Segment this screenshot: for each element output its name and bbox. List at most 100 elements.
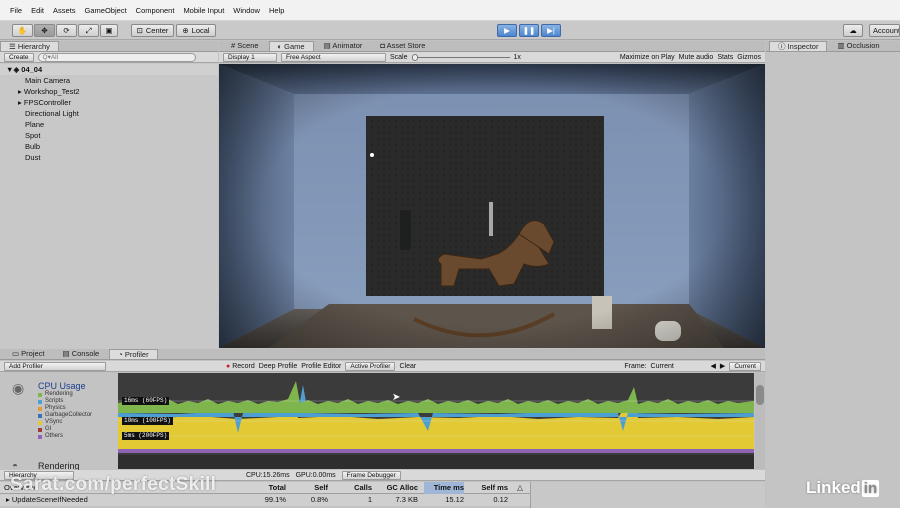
timeline-pane [530, 482, 765, 508]
col-self-ms[interactable]: Self ms [470, 482, 508, 494]
aspect-dropdown[interactable]: Free Aspect [281, 52, 386, 62]
next-frame-button[interactable]: ▶ [720, 362, 725, 370]
hand-tool-button[interactable]: ✋ [12, 24, 33, 37]
hierarchy-item[interactable]: Dust [0, 152, 218, 163]
scrollbar-thumb[interactable] [756, 385, 764, 405]
profiler-scrollbar[interactable] [755, 373, 765, 469]
row-self: 0.8% [310, 495, 328, 504]
graph-line-label: 16ms (60FPS) [122, 397, 170, 405]
cpu-usage-graph[interactable]: 16ms (60FPS) 10ms (100FPS) 5ms (200FPS) … [118, 373, 754, 469]
row-name-label: UpdateSceneIfNeeded [11, 495, 88, 504]
tab-console[interactable]: ▤ Console [55, 349, 108, 359]
folder-icon: ▭ [12, 349, 22, 358]
menu-edit[interactable]: Edit [31, 6, 44, 15]
record-button[interactable]: ● Record [226, 363, 255, 370]
tab-asset-store[interactable]: ◘ Asset Store [372, 41, 433, 51]
menu-help[interactable]: Help [269, 6, 284, 15]
tab-game[interactable]: ◐ Game [268, 41, 314, 51]
console-icon: ▤ [62, 349, 72, 358]
scene-root[interactable]: ▼◈ 04_04 [0, 64, 218, 75]
center-label: Center [145, 26, 169, 35]
scale-slider[interactable] [411, 53, 510, 62]
legend-gc[interactable]: GarbageCollector [38, 412, 92, 419]
account-label: Account [873, 26, 900, 35]
search-input[interactable]: Q▾All [37, 52, 196, 62]
menu-component[interactable]: Component [136, 6, 175, 15]
col-gc-alloc[interactable]: GC Alloc [378, 482, 418, 494]
tab-scene[interactable]: # Scene [223, 41, 267, 51]
console-tab-label: Console [71, 349, 100, 358]
info-icon: ⓘ [778, 42, 788, 51]
brand-text-linked: Linked [806, 478, 861, 497]
frame-debugger-button[interactable]: Frame Debugger [341, 470, 401, 480]
menu-assets[interactable]: Assets [53, 6, 76, 15]
col-calls[interactable]: Calls [340, 482, 372, 494]
legend-scripts[interactable]: Scripts [38, 398, 63, 405]
hierarchy-item[interactable]: ▸ FPSController [0, 97, 218, 108]
maximize-on-play-toggle[interactable]: Maximize on Play [620, 54, 675, 61]
profile-editor-button[interactable]: Profile Editor [301, 363, 341, 370]
hierarchy-item[interactable]: Main Camera [0, 75, 218, 86]
linkedin-logo: Linked in [806, 478, 880, 498]
mute-audio-toggle[interactable]: Mute audio [679, 54, 714, 61]
play-button[interactable]: ▶ [497, 24, 517, 37]
gizmos-dropdown[interactable]: Gizmos [737, 54, 765, 61]
pivot-center-button[interactable]: ⊡ Center [131, 24, 174, 37]
prev-frame-button[interactable]: ◀ [711, 362, 716, 370]
menu-window[interactable]: Window [233, 6, 260, 15]
hierarchy-item[interactable]: Directional Light [0, 108, 218, 119]
col-total[interactable]: Total [250, 482, 286, 494]
pause-button[interactable]: ❚❚ [519, 24, 539, 37]
legend-swatch [38, 427, 42, 432]
stats-toggle[interactable]: Stats [717, 54, 733, 61]
display-dropdown[interactable]: Display 1 [223, 52, 277, 62]
scale-tool-button[interactable]: ⤢ [78, 24, 99, 37]
current-frame-button[interactable]: Current [729, 361, 761, 371]
local-icon: ⊕ [182, 26, 189, 35]
cpu-chip-icon: ◉ [12, 380, 25, 396]
menu-file[interactable]: File [10, 6, 22, 15]
menu-bar: File Edit Assets GameObject Component Mo… [0, 0, 900, 21]
add-profiler-dropdown[interactable]: Add Profiler [4, 361, 106, 371]
cloud-button[interactable]: ☁ [843, 24, 863, 37]
bottom-strip [118, 455, 754, 469]
rotate-tool-button[interactable]: ⟳ [56, 24, 77, 37]
cpu-usage-module[interactable]: ◉ CPU Usage Rendering Scripts Physics Ga… [0, 373, 117, 472]
legend-rendering[interactable]: Rendering [38, 391, 73, 398]
pivot-local-button[interactable]: ⊕ Local [176, 24, 216, 37]
move-tool-button[interactable]: ✥ [34, 24, 55, 37]
hierarchy-item[interactable]: Spot [0, 130, 218, 141]
slider-thumb[interactable] [411, 53, 418, 61]
create-dropdown[interactable]: Create [4, 52, 34, 62]
play-icon: ▶ [504, 26, 510, 35]
rect-tool-button[interactable]: ▣ [100, 24, 118, 37]
col-time-ms[interactable]: Time ms [424, 482, 464, 494]
step-button[interactable]: ▶| [541, 24, 561, 37]
menu-gameobject[interactable]: GameObject [85, 6, 127, 15]
legend-gi[interactable]: GI [38, 426, 51, 433]
legend-physics[interactable]: Physics [38, 405, 66, 412]
vignette [219, 64, 765, 348]
account-button[interactable]: Account [869, 24, 900, 37]
animator-tab-label: Animator [332, 41, 363, 50]
tab-hierarchy[interactable]: ☰ Hierarchy [0, 41, 59, 51]
col-self[interactable]: Self [294, 482, 328, 494]
tab-occlusion[interactable]: ▥ Occlusion [829, 41, 887, 51]
tab-inspector[interactable]: ⓘ Inspector [769, 41, 828, 51]
hierarchy-item[interactable]: ▸ Workshop_Test2 [0, 86, 218, 97]
active-profiler-dropdown[interactable]: Active Profiler [345, 361, 396, 371]
legend-label: GI [45, 426, 52, 432]
hierarchy-item[interactable]: Bulb [0, 141, 218, 152]
tab-project[interactable]: ▭ Project [4, 349, 53, 359]
deep-profile-button[interactable]: Deep Profile [259, 363, 298, 370]
game-view[interactable] [219, 64, 765, 348]
clear-button[interactable]: Clear [399, 363, 416, 370]
hand-icon: ✋ [17, 26, 28, 35]
hierarchy-item[interactable]: Plane [0, 119, 218, 130]
menu-mobile-input[interactable]: Mobile Input [183, 6, 224, 15]
tab-profiler[interactable]: ◔ Profiler [109, 349, 158, 359]
legend-others[interactable]: Others [38, 433, 63, 440]
cloud-icon: ☁ [849, 26, 857, 35]
tab-animator[interactable]: ▤ Animator [316, 41, 371, 51]
legend-vsync[interactable]: VSync [38, 419, 62, 426]
